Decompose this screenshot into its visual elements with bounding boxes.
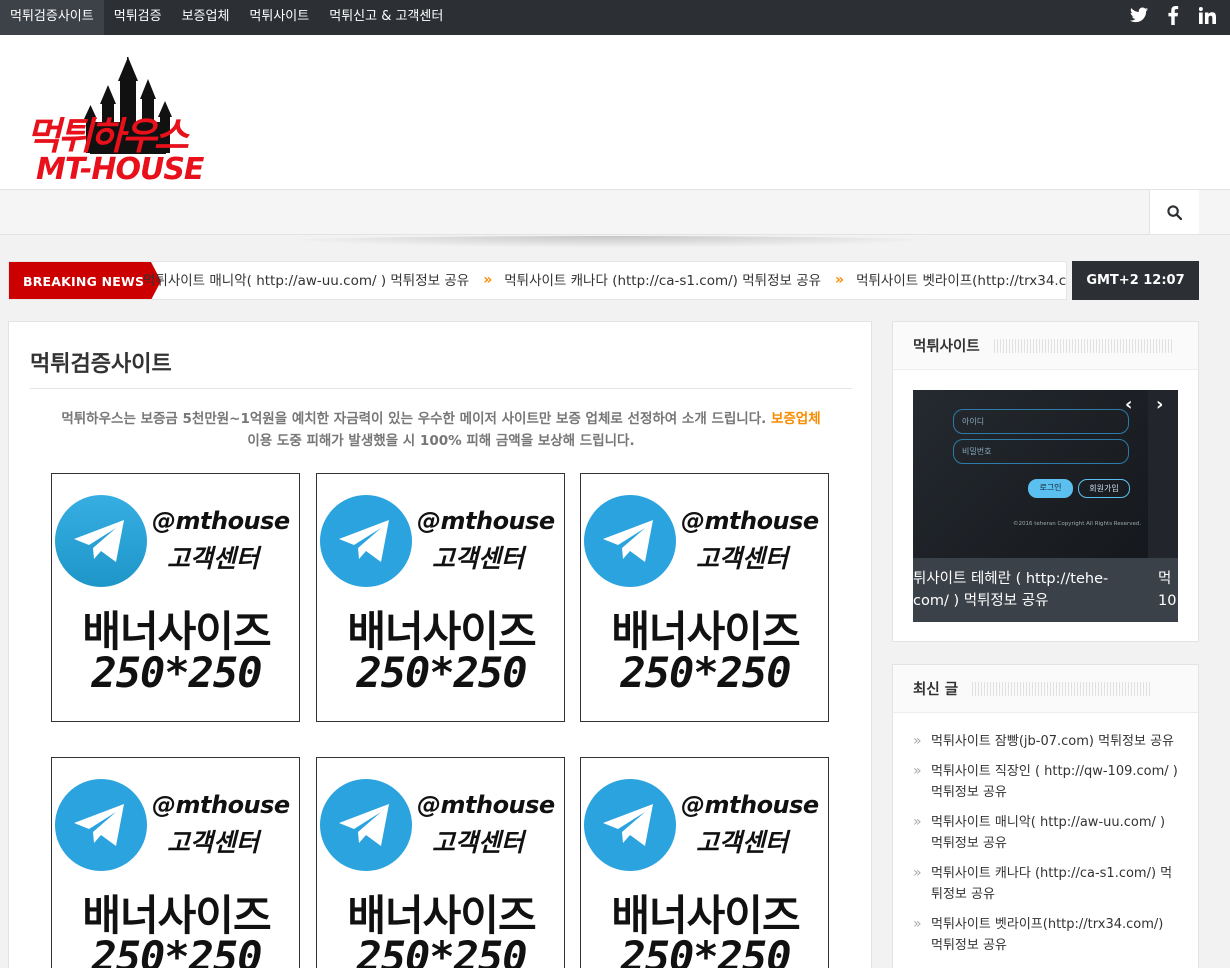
title-stripes <box>993 338 1172 353</box>
intro-text: 먹튀하우스는 보증금 5천만원~1억원을 예치한 자금력이 있는 우수한 메이저… <box>30 408 852 452</box>
nav-item-mt-verify[interactable]: 먹튀검증 <box>104 0 172 35</box>
nav-item-guarantee[interactable]: 보증업체 <box>172 0 240 35</box>
banner-cs: 고객센터 <box>167 544 260 573</box>
widget-title-text: 먹튀사이트 <box>913 339 980 355</box>
post-slider[interactable]: 아이디 비밀번호 로그인 회원가입 ©2016 teheran Copyrigh… <box>913 390 1178 622</box>
recent-post-link[interactable]: 먹튀사이트 직장인 ( http://qw-109.com/ ) 먹튀정보 공유 <box>913 761 1178 803</box>
banner-handle: @mthouse <box>681 791 819 819</box>
banner-ad[interactable]: @mthouse 고객센터 배너사이즈 250*250 <box>316 473 565 722</box>
twitter-icon[interactable] <box>1130 7 1148 28</box>
banner-size: 250*250 <box>356 648 527 697</box>
banner-handle: @mthouse <box>152 507 290 535</box>
recent-posts-list: 먹튀사이트 잠빵(jb-07.com) 먹튀정보 공유 먹튀사이트 직장인 ( … <box>893 713 1198 956</box>
banner-cs: 고객센터 <box>432 828 525 857</box>
social-links <box>1130 0 1216 35</box>
page-title: 먹튀검증사이트 <box>30 352 172 377</box>
top-nav-bar: 먹튀검증사이트 먹튀검증 보증업체 먹튀사이트 먹튀신고 & 고객센터 <box>0 0 1230 35</box>
banner-size: 250*250 <box>91 932 262 968</box>
main-content: 먹튀검증사이트 먹튀하우스는 보증금 5천만원~1억원을 예치한 자금력이 있는… <box>8 321 872 968</box>
banner-size: 250*250 <box>620 648 791 697</box>
guarantee-link[interactable]: 보증업체 <box>771 411 821 427</box>
recent-post-link[interactable]: 먹튀사이트 벳라이프(http://trx34.com/) 먹튀정보 공유 <box>913 914 1178 956</box>
slide-caption-next-line2: 10 <box>1158 593 1177 609</box>
telegram-icon <box>55 495 147 587</box>
slide-caption-next[interactable]: 먹 10 <box>1148 558 1178 622</box>
nav-item-mt-verify-site[interactable]: 먹튀검증사이트 <box>0 0 104 35</box>
breaking-news-ticker: 먹튀사이트 매니악( http://aw-uu.com/ ) 먹튀정보 공유 »… <box>143 262 1066 299</box>
widget-title: 최신 글 <box>893 665 1198 713</box>
recent-post-link[interactable]: 먹튀사이트 매니악( http://aw-uu.com/ ) 먹튀정보 공유 <box>913 812 1178 854</box>
telegram-icon <box>584 495 676 587</box>
slider-next-icon[interactable]: › <box>1156 394 1163 415</box>
banner-size: 250*250 <box>91 648 262 697</box>
widget-title: 먹튀사이트 <box>893 322 1198 370</box>
slide-caption-line2: com/ ) 먹튀정보 공유 <box>913 593 1049 609</box>
breaking-news-label: BREAKING NEWS <box>9 262 161 299</box>
slide-image-next <box>1148 390 1178 558</box>
recent-post-link[interactable]: 먹튀사이트 캐나다 (http://ca-s1.com/) 먹튀정보 공유 <box>913 863 1178 905</box>
ticker-item[interactable]: 먹튀사이트 벳라이프(http://trx34.com/) 먹튀정보 공유 <box>856 262 1066 299</box>
nav-item-report-support[interactable]: 먹튀신고 & 고객센터 <box>319 0 453 35</box>
search-button[interactable] <box>1149 190 1199 234</box>
recent-post-link[interactable]: 먹튀사이트 잠빵(jb-07.com) 먹튀정보 공유 <box>913 731 1178 752</box>
search-icon <box>1167 204 1182 220</box>
banner-cs: 고객센터 <box>696 828 789 857</box>
slider-prev-icon[interactable]: ‹ <box>1125 394 1132 415</box>
ticker-item[interactable]: 먹튀사이트 매니악( http://aw-uu.com/ ) 먹튀정보 공유 <box>143 262 469 299</box>
top-nav: 먹튀검증사이트 먹튀검증 보증업체 먹튀사이트 먹튀신고 & 고객센터 <box>0 0 453 35</box>
facebook-icon[interactable] <box>1164 5 1182 30</box>
banner-handle: @mthouse <box>152 791 290 819</box>
widget-recent-posts: 최신 글 먹튀사이트 잠빵(jb-07.com) 먹튀정보 공유 먹튀사이트 직… <box>892 664 1199 968</box>
site-logo[interactable]: 먹튀하우스 MT-HOUSE <box>24 57 236 187</box>
widget-mt-sites: 먹튀사이트 아이디 비밀번호 로그인 회원가입 ©2016 teheran Co… <box>892 321 1199 642</box>
slide-caption[interactable]: 튀사이트 테헤란 ( http://tehe- com/ ) 먹튀정보 공유 <box>913 558 1148 622</box>
telegram-icon <box>320 495 412 587</box>
banner-cs: 고객센터 <box>432 544 525 573</box>
site-header: 먹튀하우스 MT-HOUSE <box>0 35 1230 189</box>
slide-login-button: 로그인 <box>1028 479 1073 498</box>
banner-size: 250*250 <box>620 932 791 968</box>
telegram-icon <box>584 779 676 871</box>
intro-text-part1: 먹튀하우스는 보증금 5천만원~1억원을 예치한 자금력이 있는 우수한 메이저… <box>61 411 767 427</box>
widget-title-text: 최신 글 <box>913 682 959 698</box>
divider-shadow <box>260 236 960 248</box>
slide-copyright: ©2016 teheran Copyright All Rights Reser… <box>1013 521 1142 527</box>
banner-handle: @mthouse <box>417 507 555 535</box>
banner-ad[interactable]: @mthouse 고객센터 배너사이즈 250*250 <box>51 757 300 968</box>
slide-field-id: 아이디 <box>953 409 1129 434</box>
banner-handle: @mthouse <box>417 791 555 819</box>
slide-field-pw: 비밀번호 <box>953 439 1129 464</box>
ticker-separator-icon: » <box>483 272 493 288</box>
telegram-icon <box>320 779 412 871</box>
banner-ad[interactable]: @mthouse 고객센터 배너사이즈 250*250 <box>51 473 300 722</box>
slide-caption-line1: 튀사이트 테헤란 ( http://tehe- <box>913 571 1109 587</box>
banner-cs: 고객센터 <box>696 544 789 573</box>
banner-size: 250*250 <box>356 932 527 968</box>
ticker-item[interactable]: 먹튀사이트 캐나다 (http://ca-s1.com/) 먹튀정보 공유 <box>504 262 821 299</box>
slide-caption-next-line1: 먹 <box>1158 571 1172 587</box>
telegram-icon <box>55 779 147 871</box>
banner-cs: 고객센터 <box>167 828 260 857</box>
nav-item-mt-sites[interactable]: 먹튀사이트 <box>239 0 319 35</box>
secondary-nav-bar <box>0 189 1230 235</box>
title-stripes <box>972 681 1151 696</box>
title-divider <box>30 388 852 389</box>
banner-handle: @mthouse <box>681 507 819 535</box>
banner-ad[interactable]: @mthouse 고객센터 배너사이즈 250*250 <box>316 757 565 968</box>
banner-ad[interactable]: @mthouse 고객센터 배너사이즈 250*250 <box>580 757 829 968</box>
intro-text-part2: 이용 도중 피해가 발생했을 시 100% 피해 금액을 보상해 드립니다. <box>247 433 635 449</box>
gmt-clock: GMT+2 12:07 <box>1072 261 1199 300</box>
logo-text-english: MT-HOUSE <box>36 152 205 185</box>
slide-signup-button: 회원가입 <box>1078 479 1130 498</box>
slide-image: 아이디 비밀번호 로그인 회원가입 ©2016 teheran Copyrigh… <box>913 390 1148 558</box>
ticker-separator-icon: » <box>835 272 845 288</box>
linkedin-icon[interactable] <box>1198 6 1216 29</box>
breaking-news-bar: BREAKING NEWS 먹튀사이트 매니악( http://aw-uu.co… <box>8 261 1067 300</box>
banner-ad[interactable]: @mthouse 고객센터 배너사이즈 250*250 <box>580 473 829 722</box>
